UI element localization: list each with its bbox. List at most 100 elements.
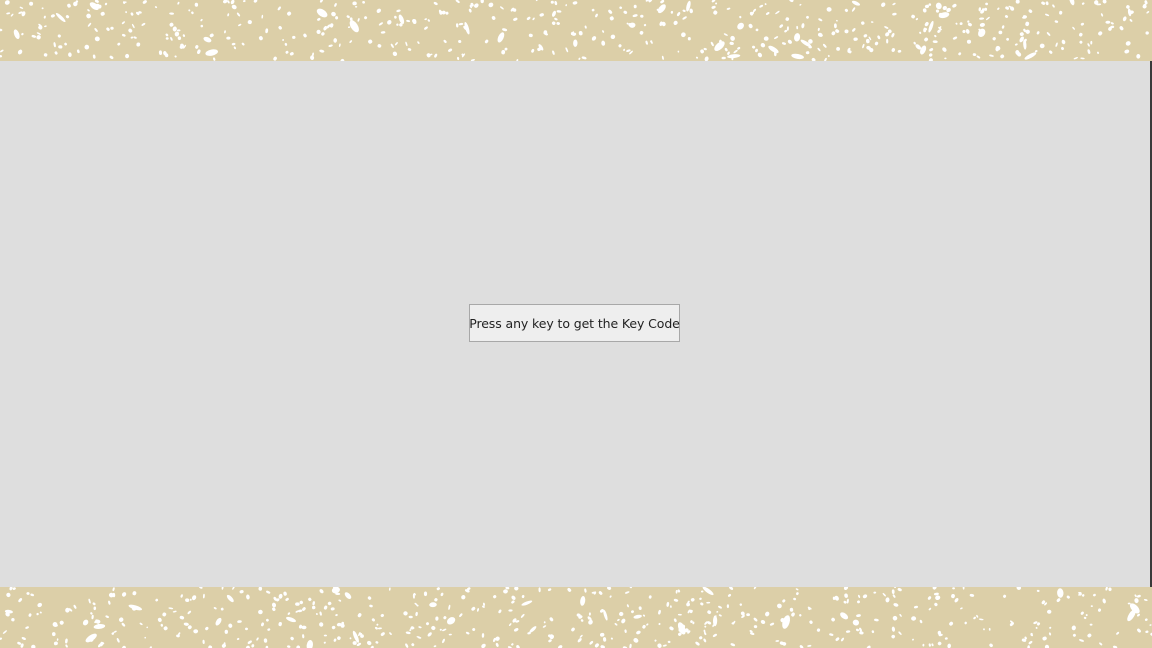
- speckle: [716, 611, 719, 613]
- speckle: [508, 623, 512, 627]
- speckle: [338, 599, 342, 602]
- speckle: [690, 598, 695, 602]
- speckle: [2, 630, 7, 634]
- speckle: [226, 36, 231, 40]
- speckle: [333, 638, 337, 642]
- speckle: [243, 0, 246, 3]
- speckle: [1126, 5, 1130, 9]
- speckle: [191, 595, 197, 601]
- speckle: [57, 34, 61, 38]
- page: Press any key to get the Key Code: [0, 0, 1152, 648]
- speckle: [409, 629, 412, 632]
- speckle: [290, 636, 294, 641]
- speckle: [136, 42, 141, 47]
- speckle: [1125, 41, 1131, 46]
- speckle: [777, 603, 782, 609]
- speckle: [565, 47, 569, 53]
- speckle: [927, 596, 932, 600]
- speckle: [374, 626, 378, 630]
- speckle: [205, 49, 218, 56]
- speckle: [177, 36, 182, 40]
- speckle: [189, 598, 192, 601]
- speckle: [727, 51, 730, 55]
- speckle: [521, 594, 525, 599]
- speckle: [670, 10, 674, 14]
- speckle: [865, 38, 870, 44]
- speckle: [1059, 10, 1063, 15]
- speckle: [1000, 54, 1005, 59]
- speckle: [629, 587, 633, 589]
- speckle: [286, 616, 296, 623]
- speckle: [775, 640, 780, 642]
- speckle: [87, 22, 92, 27]
- speckle: [1083, 616, 1087, 620]
- speckle: [319, 622, 324, 627]
- speckle: [73, 604, 77, 609]
- speckle: [689, 8, 693, 14]
- speckle: [989, 643, 993, 648]
- speckle: [448, 604, 451, 610]
- speckle: [377, 44, 382, 48]
- speckle: [251, 644, 255, 648]
- speckle: [932, 587, 937, 590]
- speckle: [303, 33, 307, 38]
- speckle: [21, 637, 26, 640]
- speckle: [38, 25, 43, 30]
- speckle: [415, 611, 418, 617]
- speckle: [357, 18, 360, 22]
- speckle: [352, 1, 357, 6]
- speckle: [1039, 43, 1045, 49]
- speckle: [785, 17, 790, 21]
- speckle: [1006, 37, 1009, 41]
- speckle: [405, 41, 408, 47]
- speckle: [43, 15, 46, 19]
- speckle: [154, 6, 158, 9]
- speckle: [835, 637, 840, 642]
- speckle: [1015, 0, 1020, 4]
- speckle: [949, 621, 954, 626]
- speckle: [284, 42, 288, 46]
- speckle: [760, 43, 766, 48]
- speckle: [624, 629, 627, 633]
- speckle: [424, 18, 428, 21]
- speckle: [897, 587, 902, 592]
- speckle: [947, 643, 952, 648]
- speckle: [142, 0, 147, 4]
- speckle: [578, 31, 583, 36]
- speckle: [188, 9, 191, 12]
- key-prompt-box[interactable]: Press any key to get the Key Code: [469, 304, 680, 342]
- speckle: [172, 26, 177, 32]
- speckle: [392, 51, 398, 57]
- speckle: [657, 643, 662, 648]
- speckle: [853, 37, 858, 41]
- speckle: [323, 641, 326, 644]
- speckle: [1036, 31, 1040, 35]
- speckle: [1080, 22, 1085, 26]
- speckle: [626, 604, 629, 608]
- speckle: [617, 618, 620, 622]
- speckle: [31, 644, 36, 648]
- speckle: [1090, 605, 1093, 608]
- speckle: [753, 587, 757, 590]
- speckle: [1102, 598, 1106, 604]
- keycode-stage[interactable]: Press any key to get the Key Code: [0, 61, 1152, 587]
- speckle: [388, 587, 391, 591]
- speckle: [673, 598, 679, 602]
- speckle: [6, 12, 11, 15]
- speckle: [862, 594, 868, 599]
- speckle: [791, 53, 804, 60]
- speckle: [182, 34, 186, 37]
- speckle: [726, 604, 730, 609]
- speckle: [623, 10, 628, 14]
- speckle: [377, 627, 382, 630]
- speckle: [1072, 633, 1076, 637]
- speckle: [631, 610, 634, 614]
- speckle: [937, 641, 942, 646]
- speckle: [787, 39, 792, 44]
- speckle: [170, 37, 173, 41]
- speckle: [624, 591, 630, 594]
- speckle: [1025, 29, 1030, 34]
- speckle: [619, 6, 623, 9]
- speckle: [702, 587, 714, 596]
- speckle: [121, 592, 127, 597]
